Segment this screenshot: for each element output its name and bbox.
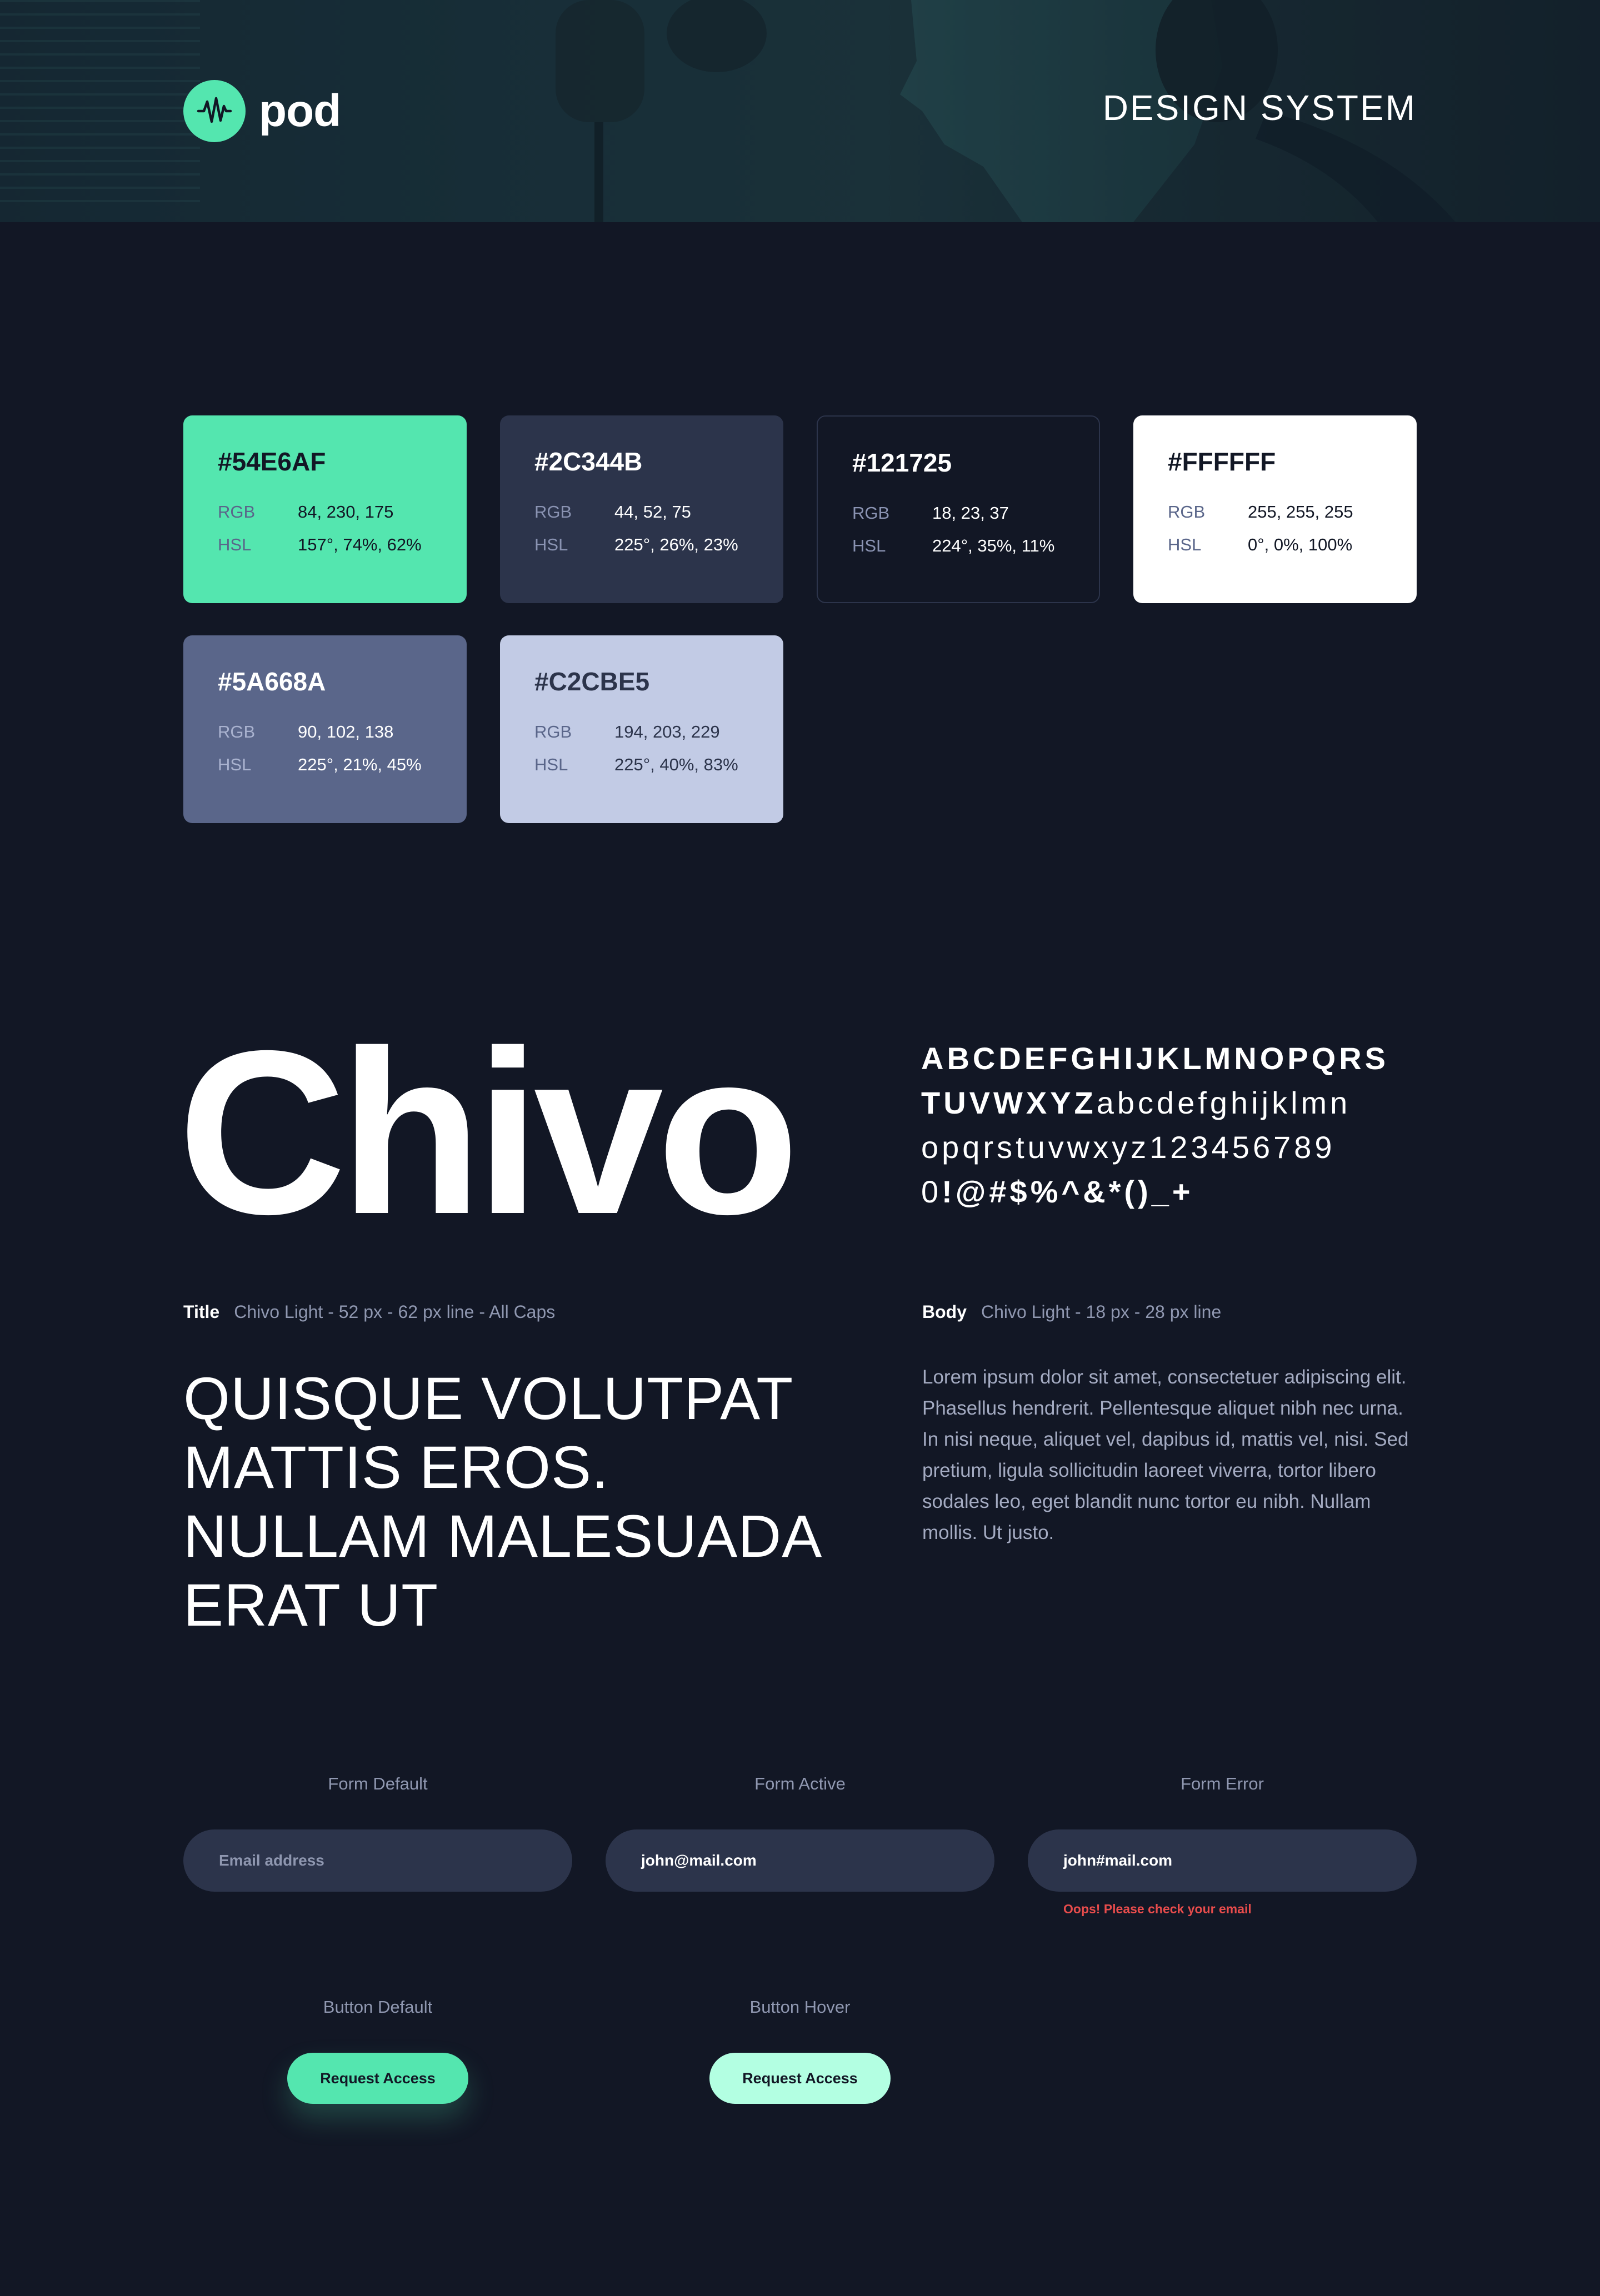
charset-line-3: opqrstuvwxyz123456789: [921, 1130, 1336, 1165]
swatch-rgb-label: RGB: [534, 722, 572, 741]
charset-line-4-bold: !@#$%^&*()_+: [942, 1174, 1194, 1209]
swatch-hex: #54E6AF: [218, 447, 326, 476]
request-access-button[interactable]: Request Access: [287, 2053, 468, 2104]
swatch-rgb-label: RGB: [218, 722, 256, 741]
swatch-hsl-label: HSL: [218, 535, 252, 554]
swatch-rgb-value: 90, 102, 138: [298, 722, 394, 741]
swatch-hsl-value: 157°, 74%, 62%: [298, 535, 422, 554]
error-message: Oops! Please check your email: [1063, 1902, 1252, 1916]
email-input-default[interactable]: Email address: [183, 1829, 572, 1892]
color-swatch-muted: #5A668A RGB 90, 102, 138 HSL 225°, 21%, 45…: [183, 635, 467, 823]
title-spec-label: Title: [183, 1302, 220, 1322]
swatch-hsl-label: HSL: [1168, 535, 1202, 554]
swatch-rgb-value: 44, 52, 75: [614, 502, 691, 522]
color-swatch-surface: #2C344B RGB 44, 52, 75 HSL 225°, 26%, 23%: [500, 415, 783, 603]
swatch-hsl-label: HSL: [852, 536, 886, 555]
color-swatch-pale: #C2CBE5 RGB 194, 203, 229 HSL 225°, 40%, 8…: [500, 635, 783, 823]
button-hover-label: Button Hover: [749, 1997, 851, 2017]
swatch-hsl-label: HSL: [534, 535, 568, 554]
color-swatch-white: #FFFFFF RGB 255, 255, 255 HSL 0°, 0%, 100%: [1133, 415, 1417, 603]
form-error-label: Form Error: [1181, 1774, 1264, 1793]
charset-line-2-bold: TUVWXYZ: [921, 1085, 1097, 1120]
charset-line-2-light: abcdefghijklmn: [1096, 1085, 1351, 1120]
body-spec-desc: Chivo Light - 18 px - 28 px line: [981, 1302, 1222, 1322]
swatch-rgb-label: RGB: [218, 502, 256, 522]
title-spec-desc: Chivo Light - 52 px - 62 px line - All C…: [234, 1302, 556, 1322]
charset-line-4-light: 0: [921, 1174, 942, 1209]
swatch-rgb-value: 255, 255, 255: [1248, 502, 1353, 522]
button-default-label: Button Default: [323, 1997, 433, 2017]
waveform-icon: [183, 80, 246, 142]
title-spec: Title Chivo Light - 52 px - 62 px line - …: [183, 1303, 555, 1321]
email-input-error[interactable]: john#mail.com: [1028, 1829, 1417, 1892]
swatch-hsl-label: HSL: [218, 755, 252, 774]
swatch-hex: #121725: [852, 448, 952, 477]
charset-line-1: ABCDEFGHIJKLMNOPQRS: [921, 1041, 1389, 1076]
swatch-rgb-value: 18, 23, 37: [932, 503, 1009, 523]
swatch-hsl-value: 225°, 21%, 45%: [298, 755, 422, 774]
form-default-label: Form Default: [328, 1774, 428, 1793]
swatch-hsl-value: 0°, 0%, 100%: [1248, 535, 1353, 554]
swatch-hsl-value: 225°, 40%, 83%: [614, 755, 738, 774]
form-active-label: Form Active: [754, 1774, 846, 1793]
body-spec-label: Body: [922, 1302, 967, 1322]
swatch-hsl-label: HSL: [534, 755, 568, 774]
swatch-rgb-value: 84, 230, 175: [298, 502, 394, 522]
swatch-rgb-label: RGB: [1168, 502, 1206, 522]
color-swatch-primary: #54E6AF RGB 84, 230, 175 HSL 157°, 74%, 62…: [183, 415, 467, 603]
body-spec: Body Chivo Light - 18 px - 28 px line: [922, 1303, 1221, 1321]
character-set: ABCDEFGHIJKLMNOPQRS TUVWXYZabcdefghijklm…: [921, 1036, 1421, 1214]
page-title: DESIGN SYSTEM: [1102, 88, 1417, 128]
title-sample: QUISQUE VOLUTPAT MATTIS EROS. NULLAM MAL…: [183, 1365, 819, 1638]
swatch-rgb-value: 194, 203, 229: [614, 722, 720, 741]
body-sample: Lorem ipsum dolor sit amet, consectetuer…: [922, 1366, 1409, 1543]
email-input-active[interactable]: john@mail.com: [606, 1829, 994, 1892]
swatch-hsl-value: 224°, 35%, 11%: [932, 536, 1055, 555]
swatch-rgb-label: RGB: [534, 502, 572, 522]
swatch-hsl-value: 225°, 26%, 23%: [614, 535, 738, 554]
swatch-hex: #FFFFFF: [1168, 447, 1276, 476]
swatch-hex: #5A668A: [218, 667, 326, 696]
swatch-hex: #2C344B: [534, 447, 643, 476]
color-swatch-background: #121725 RGB 18, 23, 37 HSL 224°, 35%, 11%: [817, 415, 1100, 603]
swatch-rgb-label: RGB: [852, 503, 890, 523]
swatch-hex: #C2CBE5: [534, 667, 650, 696]
hero-banner: pod DESIGN SYSTEM: [0, 0, 1600, 222]
font-name-display: Chivo: [178, 1002, 799, 1263]
logo-text: pod: [259, 86, 341, 136]
request-access-button-hover[interactable]: Request Access: [709, 2053, 891, 2104]
logo[interactable]: pod: [183, 80, 341, 142]
